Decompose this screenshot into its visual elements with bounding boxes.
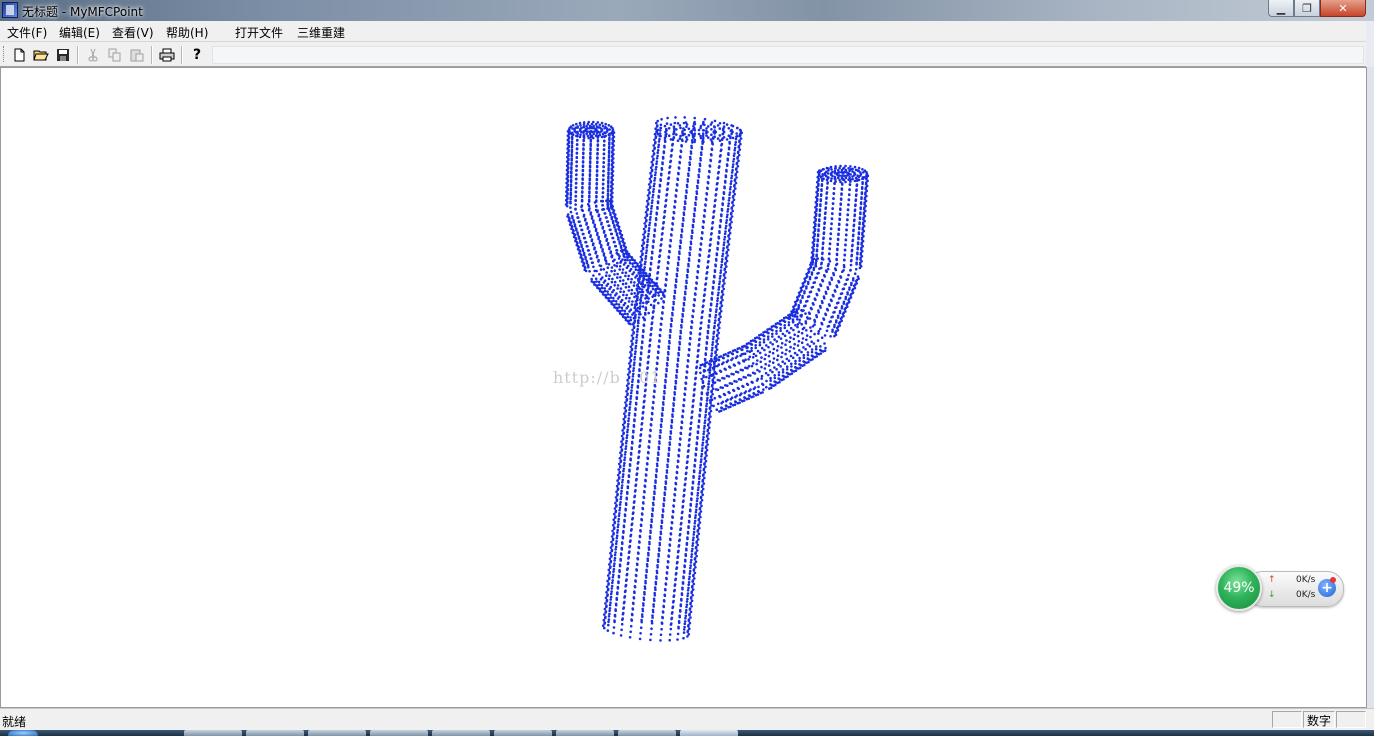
taskbar-button[interactable]: [618, 730, 676, 736]
menu-3d-reconstruct[interactable]: 三维重建: [297, 24, 345, 41]
taskbar-button[interactable]: [308, 730, 366, 736]
open-folder-icon: [33, 50, 49, 61]
taskbar-button[interactable]: [246, 730, 304, 736]
open-button[interactable]: [32, 46, 50, 64]
upload-speed: 0K/s: [1296, 575, 1316, 585]
memory-percent: 49%: [1223, 580, 1255, 596]
minimize-button[interactable]: ▁: [1268, 0, 1294, 17]
toolbar: ?: [0, 42, 1374, 67]
taskbar-button[interactable]: [370, 730, 428, 736]
help-icon: ?: [192, 47, 202, 63]
app-icon[interactable]: [2, 2, 18, 18]
upload-arrow-icon: ↑: [1268, 575, 1276, 585]
copy-button[interactable]: [106, 46, 124, 64]
status-pane-num: 数字: [1303, 711, 1335, 728]
close-button[interactable]: ✕: [1320, 0, 1366, 17]
taskbar-button[interactable]: [432, 730, 490, 736]
about-button[interactable]: ?: [188, 46, 206, 64]
status-pane-caps: [1272, 711, 1302, 728]
window-right-border: [1367, 67, 1374, 708]
taskbar-button[interactable]: [556, 730, 614, 736]
menu-edit[interactable]: 编辑(E): [59, 24, 100, 41]
toolbar-buttons: ?: [6, 43, 211, 65]
view-area[interactable]: http://b . 01: [0, 67, 1367, 708]
menu-bar: 文件(F) 编辑(E) 查看(V) 帮助(H) 打开文件 三维重建: [0, 21, 1374, 42]
menu-view[interactable]: 查看(V): [112, 24, 154, 41]
watermark: http://b . 01: [553, 368, 662, 387]
download-arrow-icon: ↓: [1268, 590, 1276, 600]
window-title: 无标题 - MyMFCPoint: [22, 5, 143, 19]
memory-usage-ball[interactable]: 49%: [1216, 565, 1262, 611]
toolbar-empty-area: [212, 46, 1364, 64]
minimize-icon: ▁: [1276, 1, 1286, 15]
status-pane-scroll: [1336, 711, 1366, 728]
network-speed-widget[interactable]: 49% ↑ ↓ 0K/s 0K/s +: [1214, 564, 1344, 612]
restore-icon: ❐: [1302, 1, 1312, 15]
cut-button[interactable]: [84, 46, 102, 64]
new-button[interactable]: [10, 46, 28, 64]
window-right-edge: [1366, 21, 1374, 67]
copy-icon: [108, 48, 121, 62]
toolbar-separator: [181, 46, 183, 64]
menu-file[interactable]: 文件(F): [7, 24, 47, 41]
download-speed: 0K/s: [1296, 590, 1316, 600]
status-bar: 就绪 数字: [0, 708, 1374, 730]
menu-help[interactable]: 帮助(H): [166, 24, 208, 41]
taskbar-button[interactable]: [184, 730, 242, 736]
window-controls: ▁ ❐ ✕: [1268, 0, 1366, 17]
print-button[interactable]: [158, 46, 176, 64]
taskbar-button-active[interactable]: [680, 730, 738, 736]
print-icon: [159, 48, 175, 62]
paste-icon: [130, 49, 144, 62]
new-file-icon: [14, 48, 25, 62]
plus-icon: +: [1321, 580, 1333, 596]
save-icon: [57, 49, 69, 61]
taskbar-button[interactable]: [494, 730, 552, 736]
status-text: 就绪: [2, 715, 27, 729]
start-button[interactable]: [8, 730, 38, 736]
save-button[interactable]: [54, 46, 72, 64]
cactus-point-cloud: [564, 116, 870, 642]
close-icon: ✕: [1338, 1, 1348, 15]
maximize-button[interactable]: ❐: [1294, 0, 1320, 17]
paste-button[interactable]: [128, 46, 146, 64]
menu-open-file[interactable]: 打开文件: [235, 24, 283, 41]
toolbar-separator: [151, 46, 153, 64]
taskbar: [0, 730, 1374, 736]
notification-dot: [1330, 577, 1336, 583]
cut-icon: [88, 48, 98, 62]
title-bar[interactable]: 无标题 - MyMFCPoint ▁ ❐ ✕: [0, 0, 1374, 21]
toolbar-separator: [77, 46, 79, 64]
